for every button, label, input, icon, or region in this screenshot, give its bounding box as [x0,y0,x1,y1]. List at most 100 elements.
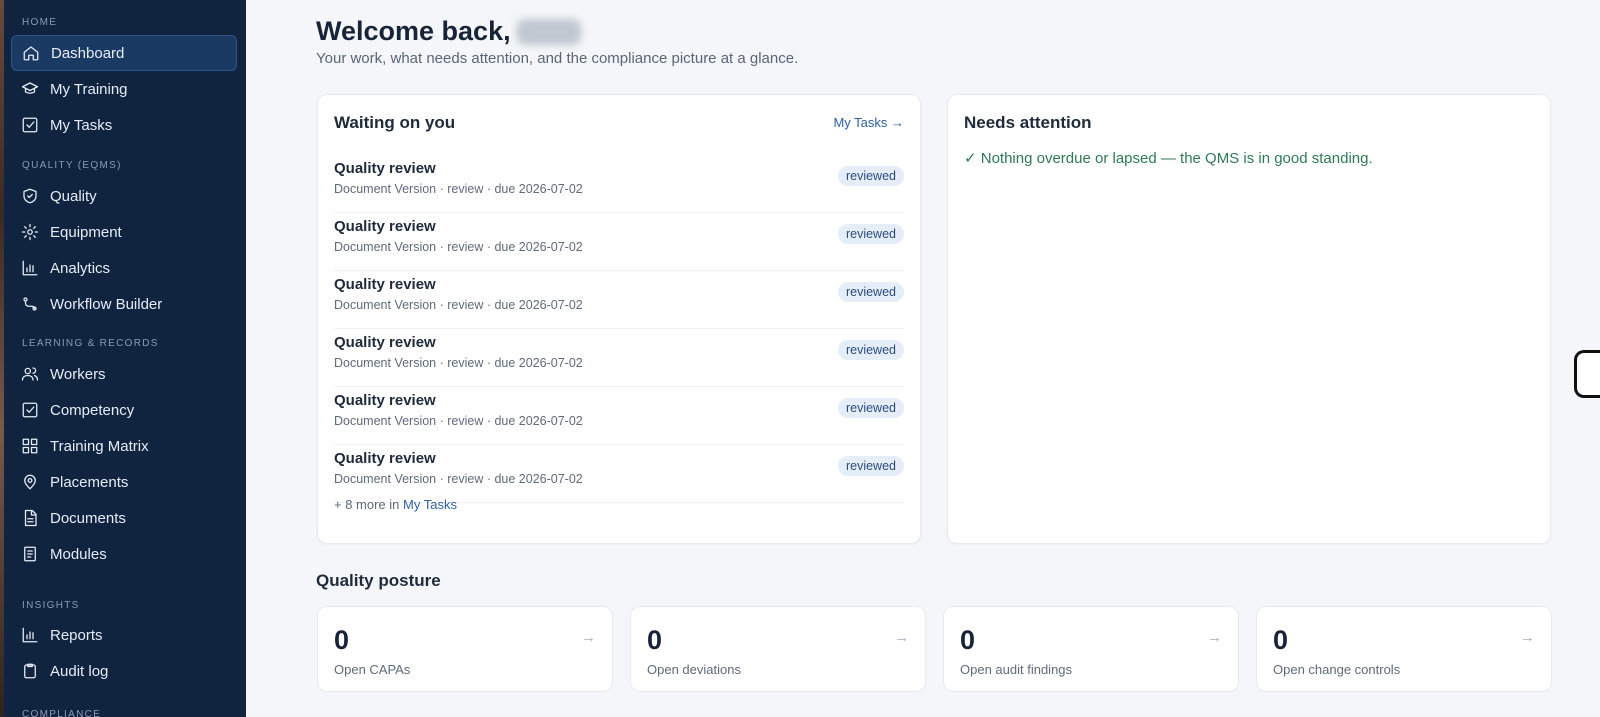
sidebar-item-workflow-builder[interactable]: Workflow Builder [11,286,237,322]
task-row[interactable]: Quality review Document Version · review… [334,329,904,387]
sidebar-item-reports[interactable]: Reports [11,617,237,653]
sidebar-item-competency[interactable]: Competency [11,392,237,428]
sidebar-item-label: My Tasks [50,116,113,134]
arrow-right-icon: → [1207,629,1222,646]
metric-card-open-capas[interactable]: 0 Open CAPAs → [317,606,613,692]
sidebar-item-placements[interactable]: Placements [11,464,237,500]
task-meta: Document Version · review · due 2026-07-… [334,298,583,312]
sidebar-item-label: Dashboard [51,44,125,62]
sidebar-item-label: Training Matrix [50,437,149,455]
sidebar-section-label: INSIGHTS [22,600,80,611]
task-title: Quality review [334,392,436,409]
sidebar-item-audit-log[interactable]: Audit log [11,653,237,689]
sidebar-item-label: Documents [50,509,126,527]
metric-card-open-change-controls[interactable]: 0 Open change controls → [1256,606,1552,692]
metric-label: Open change controls [1273,662,1401,677]
sidebar-item-my-tasks[interactable]: My Tasks [11,107,237,143]
bar-chart-icon [21,626,39,644]
task-row[interactable]: Quality review Document Version · review… [334,387,904,445]
sidebar-item-label: Workers [50,365,106,383]
card-title: Needs attention [964,113,1092,132]
sidebar-item-training-matrix[interactable]: Training Matrix [11,428,237,464]
status-badge: reviewed [837,224,904,244]
sidebar-section-label: COMPLIANCE [22,709,102,717]
card-title: Waiting on you [334,113,456,132]
arrow-right-icon: → [581,629,596,646]
task-title: Quality review [334,276,436,293]
more-tasks-prefix: + 8 more in [334,497,400,512]
sidebar-item-documents[interactable]: Documents [11,500,237,536]
status-badge: reviewed [837,340,904,360]
my-tasks-link[interactable]: My Tasks → [833,115,904,130]
task-meta: Document Version · review · due 2026-07-… [334,356,583,370]
page-title: Welcome back, [316,16,581,47]
sidebar-item-label: Analytics [50,259,111,277]
sidebar-item-label: Quality [50,187,97,205]
task-title: Quality review [334,218,436,235]
arrow-right-icon: → [1520,629,1535,646]
document-icon [21,509,39,527]
task-row[interactable]: Quality review Document Version · review… [334,271,904,329]
more-tasks-note: + 8 more in My Tasks [334,497,457,512]
side-panel-tab[interactable] [1574,350,1600,398]
task-title: Quality review [334,334,436,351]
arrow-right-icon: → [894,629,909,646]
sidebar-item-equipment[interactable]: Equipment [11,214,237,250]
metric-value: 0 [334,625,350,655]
needs-attention-card: Needs attention ✓ Nothing overdue or lap… [947,94,1551,544]
welcome-text: Welcome back, [316,16,511,46]
metric-label: Open audit findings [960,662,1073,677]
sidebar: HOME Dashboard My Training My Tasks QUAL… [4,0,246,717]
sidebar-item-quality[interactable]: Quality [11,178,237,214]
sidebar-item-label: Equipment [50,223,122,241]
metric-value: 0 [647,625,663,655]
graduation-cap-icon [21,80,39,98]
sidebar-item-modules[interactable]: Modules [11,536,237,572]
redacted-user-name [516,18,581,45]
users-icon [21,365,39,383]
task-row[interactable]: Quality review Document Version · review… [334,445,904,503]
metric-label: Open deviations [647,662,741,677]
sidebar-item-label: Reports [50,626,103,644]
clipboard-icon [21,662,39,680]
map-pin-icon [21,473,39,491]
metric-card-open-audit-findings[interactable]: 0 Open audit findings → [943,606,1239,692]
sidebar-item-label: Workflow Builder [50,295,163,313]
book-icon [21,545,39,563]
check-square-icon [21,116,39,134]
task-meta: Document Version · review · due 2026-07-… [334,414,583,428]
sidebar-section-label: LEARNING & RECORDS [22,338,159,349]
metric-value: 0 [1273,625,1289,655]
status-badge: reviewed [837,166,904,186]
workflow-icon [21,295,39,313]
sidebar-section-label: HOME [22,17,58,28]
sidebar-item-label: Placements [50,473,129,491]
task-meta: Document Version · review · due 2026-07-… [334,240,583,254]
status-badge: reviewed [837,456,904,476]
sidebar-item-workers[interactable]: Workers [11,356,237,392]
more-tasks-link[interactable]: My Tasks [403,497,457,512]
main-content: Welcome back, Your work, what needs atte… [246,0,1600,717]
page-subtitle: Your work, what needs attention, and the… [316,50,799,67]
task-row[interactable]: Quality review Document Version · review… [334,155,904,213]
sidebar-section-label: QUALITY (EQMS) [22,160,122,171]
task-title: Quality review [334,160,436,177]
bar-chart-icon [21,259,39,277]
check-square-icon [21,401,39,419]
sidebar-item-label: Audit log [50,662,109,680]
metric-card-open-deviations[interactable]: 0 Open deviations → [630,606,926,692]
task-row[interactable]: Quality review Document Version · review… [334,213,904,271]
attention-status-message: ✓ Nothing overdue or lapsed — the QMS is… [964,150,1373,167]
sidebar-item-dashboard[interactable]: Dashboard [11,35,237,71]
task-title: Quality review [334,450,436,467]
sidebar-item-label: Modules [50,545,107,563]
sidebar-item-analytics[interactable]: Analytics [11,250,237,286]
grid-icon [21,437,39,455]
quality-posture-heading: Quality posture [316,571,441,590]
waiting-on-you-card: Waiting on you My Tasks → Quality review… [317,94,921,544]
home-icon [22,44,40,62]
sidebar-item-my-training[interactable]: My Training [11,71,237,107]
gear-icon [21,223,39,241]
task-meta: Document Version · review · due 2026-07-… [334,182,583,196]
status-badge: reviewed [837,282,904,302]
